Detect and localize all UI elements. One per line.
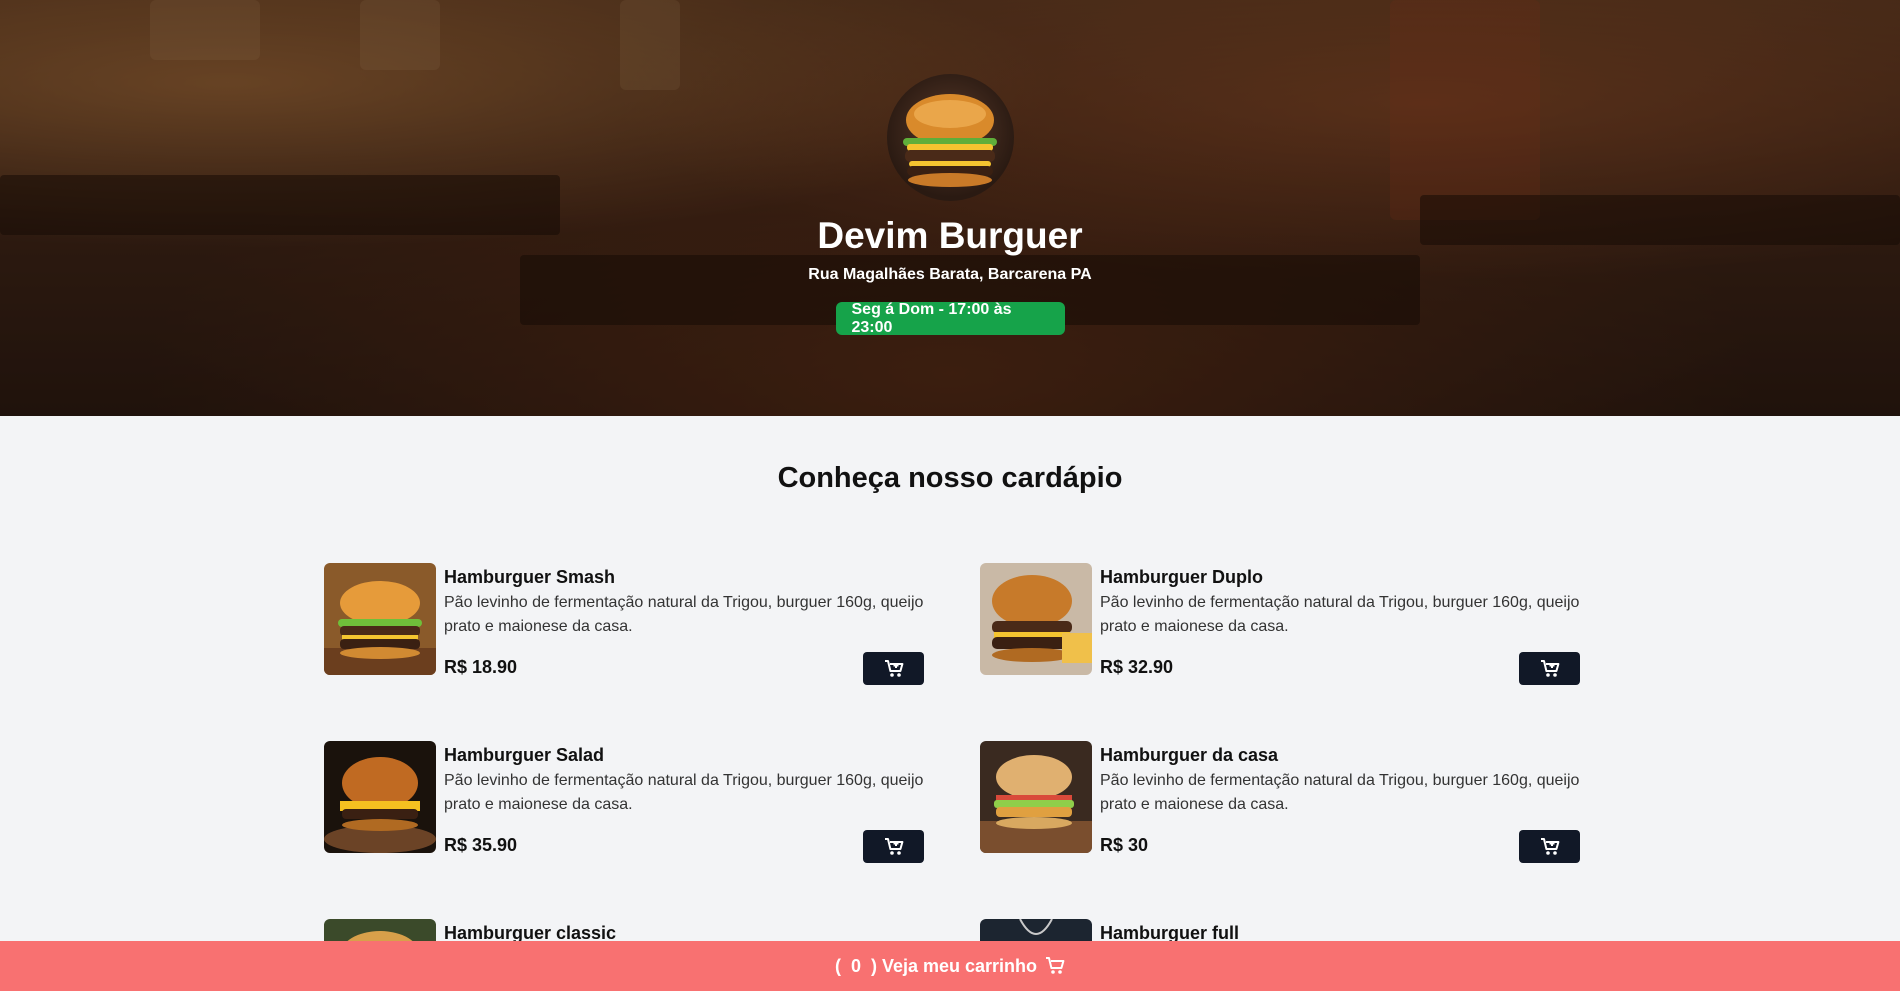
burger-logo-icon xyxy=(903,93,997,187)
item-image xyxy=(324,741,436,853)
cart-count: 0 xyxy=(850,955,861,976)
view-cart-label: ) Veja meu carrinho xyxy=(870,955,1038,976)
item-description: Pão levinho de fermentação natural da Tr… xyxy=(1100,594,1580,635)
menu-item: Hamburguer Smash Pão levinho de fermenta… xyxy=(324,563,924,685)
add-to-cart-button[interactable] xyxy=(863,830,924,863)
opening-hours-badge: Seg á Dom - 17:00 às 23:00 xyxy=(835,301,1065,336)
restaurant-logo xyxy=(886,74,1014,201)
item-description: Pão levinho de fermentação natural da Tr… xyxy=(444,594,924,635)
add-to-cart-button[interactable] xyxy=(863,652,924,685)
cart-summary: ( 0 ) Veja meu carrinho xyxy=(835,956,1037,977)
cart-plus-icon xyxy=(1540,659,1559,677)
item-image xyxy=(980,741,1092,853)
cart-plus-icon xyxy=(884,837,903,855)
cart-plus-icon xyxy=(884,659,903,677)
hero-banner: Devim Burguer Rua Magalhães Barata, Barc… xyxy=(0,0,1900,416)
item-image xyxy=(980,563,1092,675)
item-name: Hamburguer Smash xyxy=(444,567,616,587)
item-name: Hamburguer da casa xyxy=(1100,745,1279,765)
menu-item: Hamburguer da casa Pão levinho de fermen… xyxy=(980,741,1580,863)
item-price: R$ 30 xyxy=(1100,835,1149,855)
item-description: Pão levinho de fermentação natural da Tr… xyxy=(1100,772,1580,813)
item-price: R$ 32.90 xyxy=(1100,657,1174,677)
item-image xyxy=(324,563,436,675)
item-price: R$ 18.90 xyxy=(444,657,518,677)
cart-open-paren: ( xyxy=(834,955,841,976)
view-cart-bar[interactable]: ( 0 ) Veja meu carrinho xyxy=(0,941,1900,991)
cart-plus-icon xyxy=(1540,837,1559,855)
item-price: R$ 35.90 xyxy=(444,835,518,855)
restaurant-address: Rua Magalhães Barata, Barcarena PA xyxy=(808,266,1092,283)
item-name: Hamburguer Salad xyxy=(444,745,605,765)
menu-item: Hamburguer Salad Pão levinho de fermenta… xyxy=(324,741,924,863)
add-to-cart-button[interactable] xyxy=(1519,652,1580,685)
item-name: Hamburguer Duplo xyxy=(1100,567,1264,587)
menu-title: Conheça nosso cardápio xyxy=(777,462,1123,494)
restaurant-name: Devim Burguer xyxy=(817,215,1083,256)
cart-icon xyxy=(1046,957,1065,974)
add-to-cart-button[interactable] xyxy=(1519,830,1580,863)
menu-item: Hamburguer Duplo Pão levinho de fermenta… xyxy=(980,563,1580,685)
item-description: Pão levinho de fermentação natural da Tr… xyxy=(444,772,924,813)
